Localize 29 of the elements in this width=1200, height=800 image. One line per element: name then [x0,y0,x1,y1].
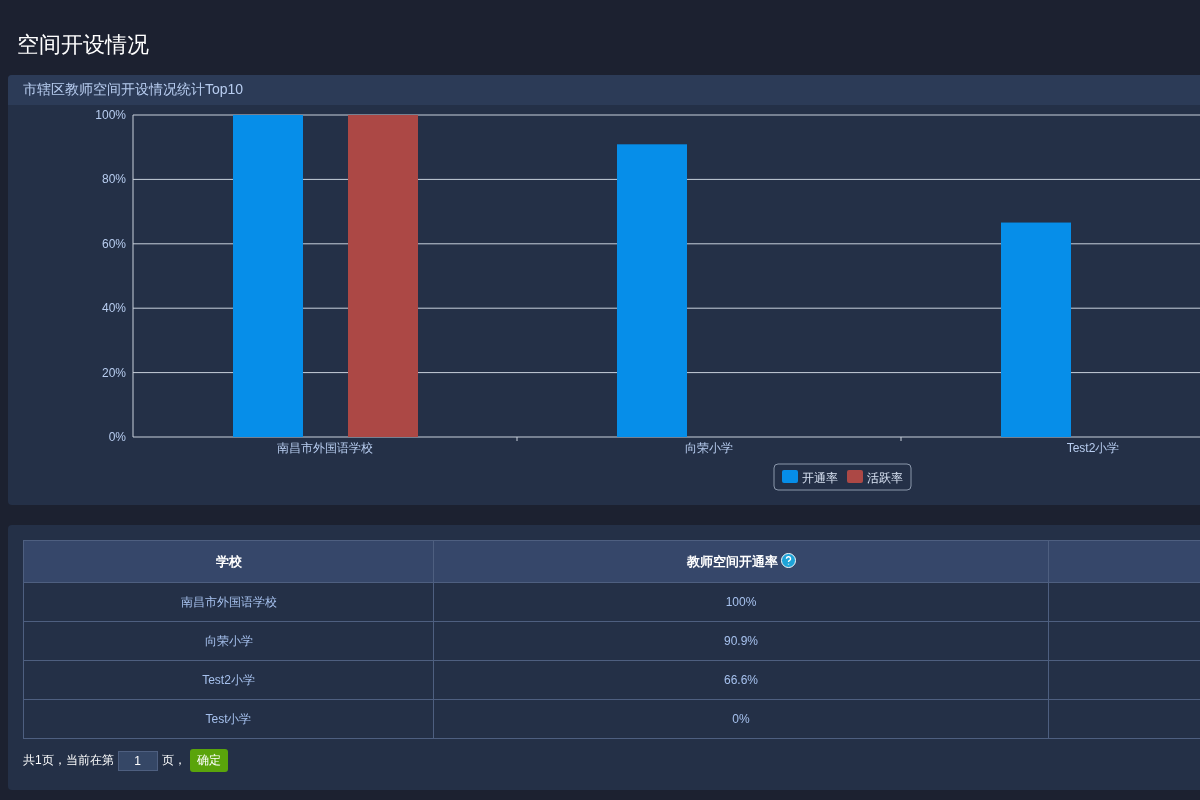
axis-tick-label: 0% [108,430,126,444]
table-cell: 向荣小学 [23,621,434,661]
axis-category-label: Test2小学 [1066,441,1120,455]
legend-label[interactable]: 活跃率 [867,471,903,485]
table-cell: 100% [433,582,1049,622]
axis-tick-label: 80% [101,172,126,187]
table-cell: 0% [433,699,1049,739]
legend-swatch [782,470,798,483]
column-header: 教师空间开通率 [433,540,1049,583]
legend-label[interactable]: 开通率 [802,471,838,485]
table-cell: 南昌市外国语学校 [23,582,434,622]
axis-tick-label: 20% [101,365,126,380]
table-cell: Test小学 [23,699,434,739]
pager-text: 页， [161,752,186,769]
pager-text: 共1页，当前在第 [23,752,114,769]
panel-title: 市辖区教师空间开设情况统计Top10 [8,75,1200,105]
column-header: 学校 [23,540,434,583]
axis-category-label: 向荣小学 [685,441,733,455]
page-input[interactable]: 1 [117,750,158,771]
help-icon[interactable] [780,552,796,568]
table-cell: 66.6% [433,660,1049,700]
page-title: 空间开设情况 [16,31,150,59]
axis-tick-label: 60% [101,236,126,251]
axis-tick-label: 100% [95,108,126,122]
legend-swatch [847,470,863,483]
table-cell: Test2小学 [23,660,434,700]
table-cell: 90.9% [433,621,1049,661]
axis-category-label: 南昌市外国语学校 [277,441,373,455]
axis-tick-label: 40% [101,301,126,316]
